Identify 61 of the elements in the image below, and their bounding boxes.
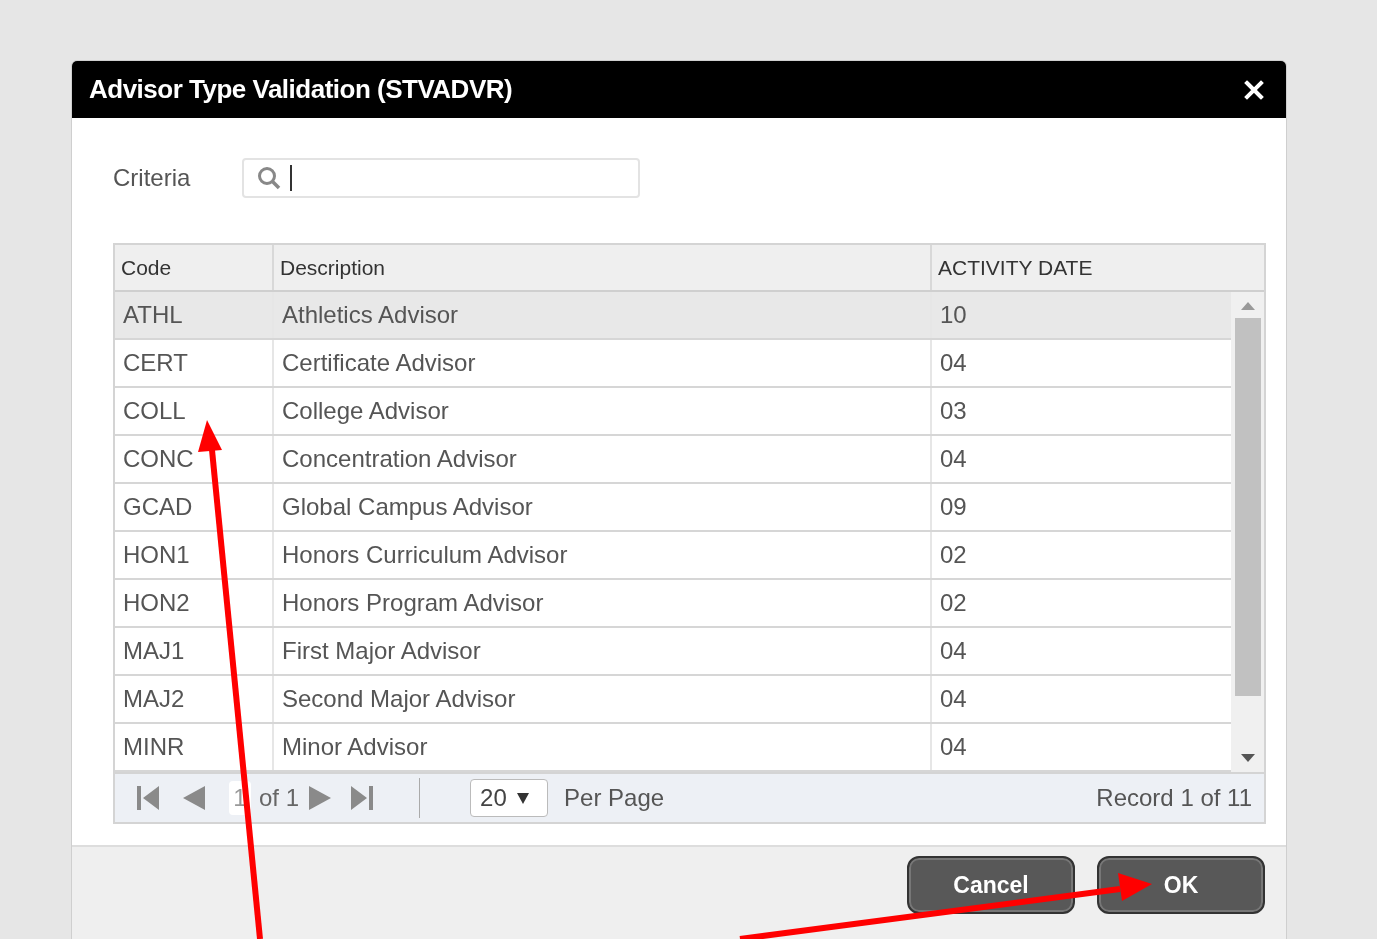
record-count: Record 1 of 11 <box>1096 783 1252 813</box>
first-page-icon[interactable] <box>135 784 161 812</box>
table-cell: College Advisor <box>274 388 932 434</box>
table-row[interactable]: GCAD Global Campus Advisor 09 <box>115 484 1231 532</box>
table-cell: Minor Advisor <box>274 724 932 770</box>
table-row[interactable]: MINR Minor Advisor 04 <box>115 724 1231 772</box>
per-page-label: Per Page <box>564 783 665 813</box>
table-row[interactable]: CONC Concentration Advisor 04 <box>115 436 1231 484</box>
column-header[interactable]: Code <box>115 245 274 290</box>
scroll-down-icon[interactable] <box>1240 754 1255 762</box>
scroll-up-icon[interactable] <box>1240 302 1255 310</box>
table-cell: Concentration Advisor <box>274 436 932 482</box>
table-cell: MAJ2 <box>115 676 274 722</box>
table-cell: First Major Advisor <box>274 628 932 674</box>
table-cell: HON2 <box>115 580 274 626</box>
column-header[interactable]: ACTIVITY DATE <box>932 245 1231 290</box>
table-cell: Certificate Advisor <box>274 340 932 386</box>
table-row[interactable]: HON1 Honors Curriculum Advisor 02 <box>115 532 1231 580</box>
table-row[interactable]: MAJ2 Second Major Advisor 04 <box>115 676 1231 724</box>
table-cell-text: 04 <box>939 636 968 666</box>
table-row[interactable]: MAJ1 First Major Advisor 04 <box>115 628 1231 676</box>
table-row[interactable]: COLL College Advisor 03 <box>115 388 1231 436</box>
table-row[interactable]: ATHL Athletics Advisor 10 <box>115 292 1231 340</box>
page-size-select[interactable]: 20 <box>470 779 549 817</box>
table-row[interactable]: CERT Certificate Advisor 04 <box>115 340 1231 388</box>
table-cell: Honors Curriculum Advisor <box>274 532 932 578</box>
close-icon[interactable] <box>1244 79 1264 100</box>
table-cell: Second Major Advisor <box>274 676 932 722</box>
criteria-label: Criteria <box>113 163 191 193</box>
last-page-icon[interactable] <box>349 784 376 812</box>
text-cursor <box>290 165 293 191</box>
table-cell: Athletics Advisor <box>274 292 932 338</box>
table-cell: MINR <box>115 724 274 770</box>
table-cell-text: 02 <box>939 588 968 618</box>
table-cell: CERT <box>115 340 274 386</box>
search-icon <box>256 165 283 191</box>
table-cell-text: 04 <box>939 684 968 714</box>
table-cell: GCAD <box>115 484 274 530</box>
table-cell-text: 04 <box>939 444 968 474</box>
table-cell: HON1 <box>115 532 274 578</box>
table-cell-text: 03 <box>939 396 968 426</box>
table-cell: ATHL <box>115 292 274 338</box>
table-cell: MAJ1 <box>115 628 274 674</box>
page-count: of 1 <box>259 783 300 813</box>
table-cell-text: 04 <box>939 348 968 378</box>
table-cell: Global Campus Advisor <box>274 484 932 530</box>
table-cell-text: 02 <box>939 540 968 570</box>
scrollbar[interactable] <box>1231 292 1264 772</box>
table-cell-text: 10 <box>939 300 968 330</box>
table-cell-text: 09 <box>939 492 968 522</box>
previous-page-icon[interactable] <box>181 784 207 812</box>
dialog-title: Advisor Type Validation (STVADVR) <box>89 73 513 106</box>
criteria-search-field[interactable] <box>242 158 641 198</box>
dropdown-caret-icon <box>516 792 529 804</box>
table-cell: Honors Program Advisor <box>274 580 932 626</box>
table-row[interactable]: HON2 Honors Program Advisor 02 <box>115 580 1231 628</box>
ok-button[interactable]: OK <box>1097 856 1265 914</box>
scrollbar-thumb[interactable] <box>1234 318 1261 696</box>
table-cell-text: 04 <box>939 732 968 762</box>
cancel-button[interactable]: Cancel <box>907 856 1075 914</box>
column-header[interactable]: Description <box>274 245 932 290</box>
